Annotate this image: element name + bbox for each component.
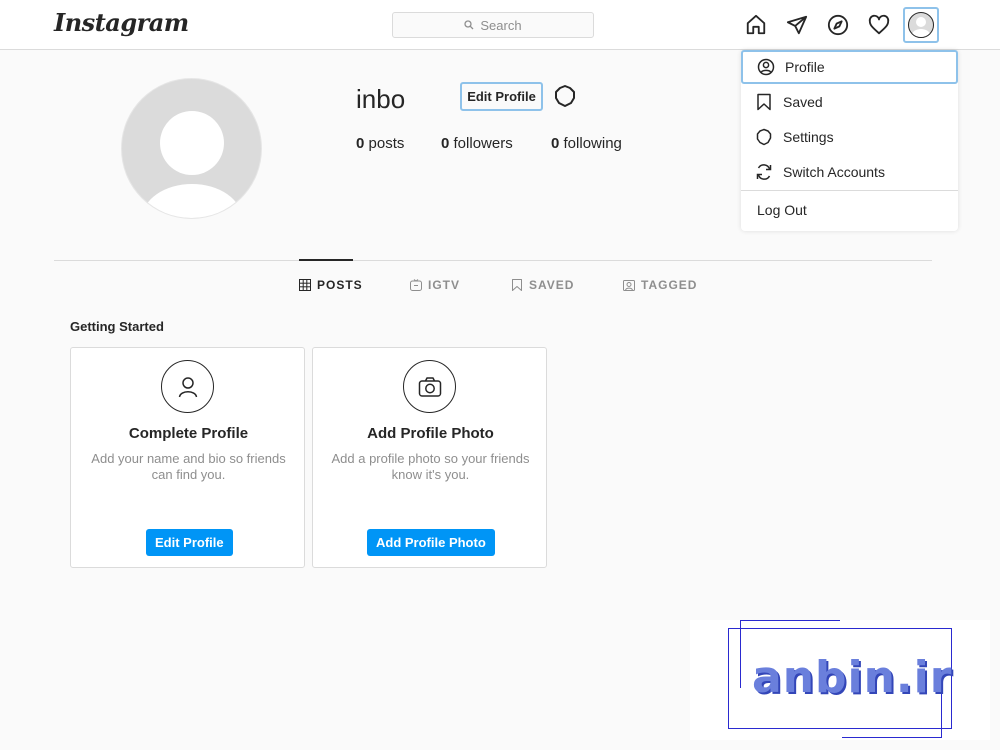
direct-icon[interactable] xyxy=(785,13,809,37)
tab-label: POSTS xyxy=(317,278,363,292)
menu-item-label: Profile xyxy=(785,59,825,75)
bookmark-icon xyxy=(757,93,771,111)
tab-posts[interactable]: POSTS xyxy=(299,278,363,292)
switch-icon xyxy=(756,164,772,180)
stat-count: 0 xyxy=(441,135,450,152)
settings-gear-icon[interactable] xyxy=(553,84,577,108)
menu-divider xyxy=(741,190,958,191)
grid-icon xyxy=(299,279,311,291)
tab-igtv[interactable]: IGTV xyxy=(410,278,460,292)
stat-followers[interactable]: 0 followers xyxy=(441,135,513,152)
menu-item-switch-accounts[interactable]: Switch Accounts xyxy=(741,155,958,189)
tab-label: IGTV xyxy=(428,278,461,292)
stat-posts[interactable]: 0 posts xyxy=(356,135,404,152)
search-placeholder: Search xyxy=(480,17,522,33)
gear-icon xyxy=(756,128,772,146)
watermark-text: anbin.ir xyxy=(752,652,953,703)
card-add-profile-photo-button[interactable]: Add Profile Photo xyxy=(367,529,495,556)
stat-label: followers xyxy=(453,135,513,152)
tab-tagged[interactable]: TAGGED xyxy=(623,278,697,292)
stat-following[interactable]: 0 following xyxy=(551,135,622,152)
tab-label: SAVED xyxy=(529,278,575,292)
activity-heart-icon[interactable] xyxy=(867,13,891,37)
avatar xyxy=(908,12,934,38)
instagram-logo[interactable]: Instagram xyxy=(54,8,189,37)
menu-item-label: Switch Accounts xyxy=(783,164,885,180)
edit-profile-button[interactable]: Edit Profile xyxy=(460,82,543,111)
menu-item-profile[interactable]: Profile xyxy=(741,50,958,84)
stat-label: posts xyxy=(368,135,405,152)
profile-icon xyxy=(757,58,775,76)
card-complete-profile: Complete Profile Add your name and bio s… xyxy=(70,347,305,568)
tag-icon xyxy=(623,280,635,291)
card-edit-profile-button[interactable]: Edit Profile xyxy=(146,529,233,556)
menu-item-settings[interactable]: Settings xyxy=(741,120,958,154)
profile-avatar-button[interactable] xyxy=(903,7,939,43)
search-input[interactable]: Search xyxy=(392,12,594,38)
profile-picture[interactable] xyxy=(121,78,262,219)
avatar-head-shape xyxy=(160,111,224,175)
getting-started-heading: Getting Started xyxy=(70,319,164,334)
top-navbar: Instagram Search xyxy=(0,0,1000,50)
profile-dropdown-menu: Profile Saved Settings Switch Accounts L… xyxy=(741,50,958,231)
person-icon xyxy=(161,360,214,413)
avatar-body-shape xyxy=(142,184,242,218)
card-title: Complete Profile xyxy=(128,425,249,442)
menu-item-label: Settings xyxy=(783,129,834,145)
profile-username: inbo xyxy=(356,84,406,114)
stat-count: 0 xyxy=(356,135,365,152)
camera-icon xyxy=(403,360,456,413)
tab-saved[interactable]: SAVED xyxy=(511,278,574,292)
bookmark-icon xyxy=(512,279,522,291)
menu-item-label: Saved xyxy=(783,94,823,110)
search-icon xyxy=(464,20,474,30)
igtv-icon xyxy=(410,279,422,291)
stat-count: 0 xyxy=(551,135,560,152)
card-title: Add Profile Photo xyxy=(367,425,494,442)
card-description: Add a profile photo so your friends know… xyxy=(331,451,530,482)
tab-label: TAGGED xyxy=(641,278,698,292)
stat-label: following xyxy=(563,135,622,152)
tabs-divider xyxy=(54,260,932,261)
card-description: Add your name and bio so friends can fin… xyxy=(91,451,286,482)
explore-icon[interactable] xyxy=(826,13,850,37)
menu-item-saved[interactable]: Saved xyxy=(741,85,958,119)
menu-item-log-out[interactable]: Log Out xyxy=(757,202,807,218)
home-icon[interactable] xyxy=(744,13,768,37)
active-tab-indicator xyxy=(299,259,353,261)
card-add-profile-photo: Add Profile Photo Add a profile photo so… xyxy=(312,347,547,568)
